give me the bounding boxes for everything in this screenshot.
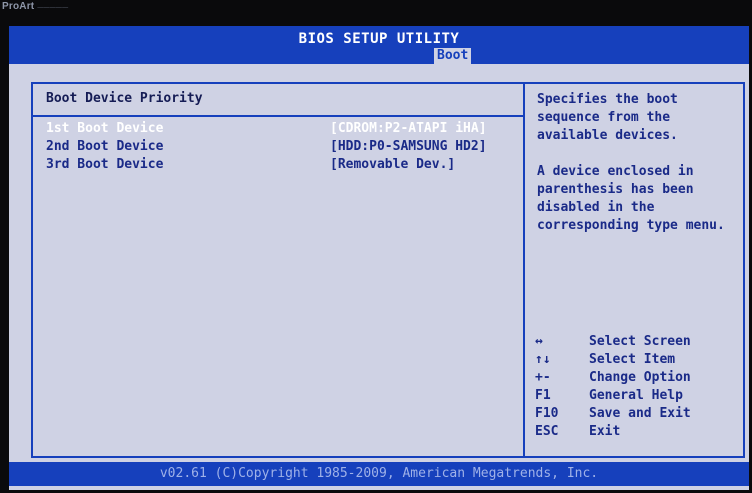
- bios-screen: BIOS SETUP UTILITY Boot Boot Device Prio…: [9, 26, 749, 490]
- boot-device-label: 2nd Boot Device: [46, 139, 164, 154]
- boot-device-value[interactable]: [CDROM:P2-ATAPI iHA]: [330, 120, 487, 137]
- help-description: Specifies the boot sequence from the ava…: [537, 92, 678, 143]
- key-esc: ESC: [535, 424, 559, 439]
- monitor-brand-logo: ProArt —————: [2, 1, 68, 12]
- boot-device-row-3[interactable]: 3rd Boot Device [Removable Dev.]: [46, 156, 455, 173]
- plus-minus-icon: +-: [535, 370, 551, 385]
- copyright-text: v02.61 (C)Copyright 1985-2009, American …: [159, 466, 599, 481]
- help-panel: Specifies the boot sequence from the ava…: [537, 91, 742, 253]
- boot-device-value[interactable]: [HDD:P0-SAMSUNG HD2]: [330, 138, 487, 155]
- boot-device-row-2[interactable]: 2nd Boot Device [HDD:P0-SAMSUNG HD2]: [46, 138, 487, 155]
- key-description: Select Item: [589, 352, 676, 367]
- left-right-arrow-icon: ↔: [535, 334, 543, 349]
- key-description: Select Screen: [589, 334, 691, 349]
- help-note: A device enclosed in parenthesis has bee…: [537, 164, 725, 233]
- section-title: Boot Device Priority: [46, 91, 203, 106]
- key-description: Change Option: [589, 370, 691, 385]
- key-description: General Help: [589, 388, 683, 403]
- key-f1: F1: [535, 388, 551, 403]
- key-description: Save and Exit: [589, 406, 691, 421]
- tab-strip-line: [9, 64, 749, 67]
- up-down-arrow-icon: ↑↓: [535, 352, 551, 367]
- main-panel: Boot Device Priority 1st Boot Device [CD…: [31, 82, 745, 458]
- monitor-brand-tagline: —————: [37, 5, 69, 11]
- key-description: Exit: [589, 424, 621, 439]
- footer-bar: v02.61 (C)Copyright 1985-2009, American …: [9, 462, 749, 486]
- boot-device-label: 3rd Boot Device: [46, 157, 164, 172]
- utility-title: BIOS SETUP UTILITY: [298, 31, 460, 47]
- boot-device-value[interactable]: [Removable Dev.]: [330, 156, 455, 173]
- boot-device-label: 1st Boot Device: [46, 121, 164, 136]
- section-divider: [33, 115, 523, 117]
- help-divider: [523, 84, 525, 456]
- monitor-brand-name: ProArt: [2, 1, 35, 12]
- tab-boot[interactable]: Boot: [434, 48, 472, 64]
- title-bar: BIOS SETUP UTILITY Boot: [9, 26, 749, 67]
- key-f10: F10: [535, 406, 559, 421]
- boot-device-row-1[interactable]: 1st Boot Device [CDROM:P2-ATAPI iHA]: [46, 120, 487, 137]
